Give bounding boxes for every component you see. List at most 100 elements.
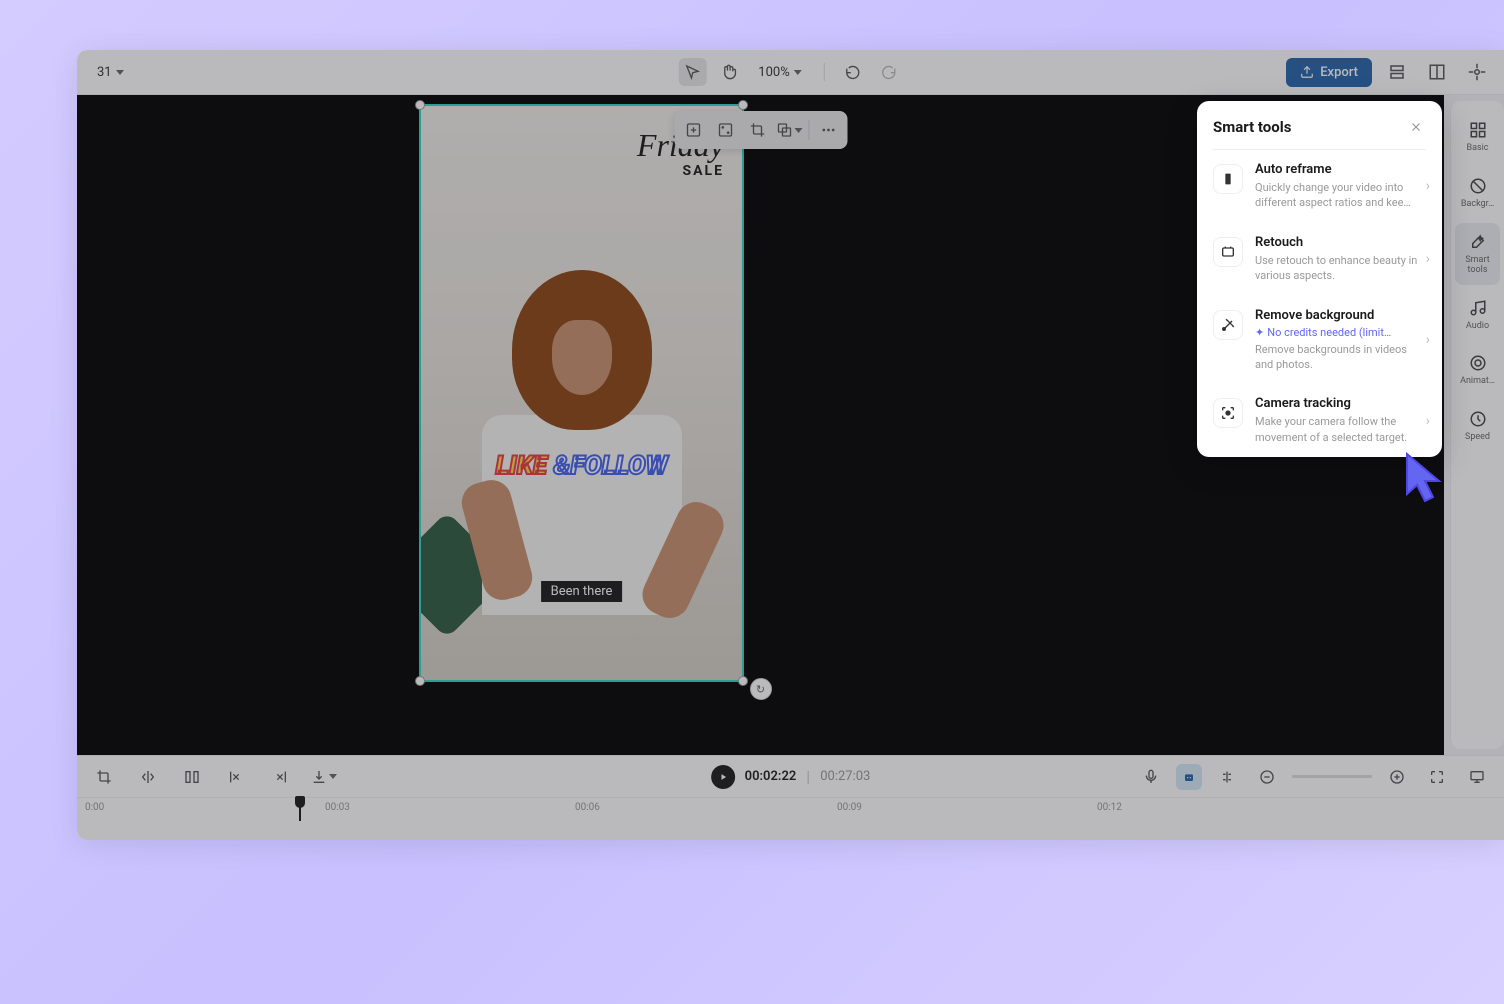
- trim-right-button[interactable]: [265, 762, 295, 792]
- resize-handle-br[interactable]: [738, 676, 748, 686]
- zoom-value: 100%: [758, 65, 789, 80]
- tool-title: Remove background: [1255, 308, 1426, 323]
- tool-remove-background[interactable]: Remove background ✦ No credits needed (l…: [1197, 296, 1442, 385]
- time-total: 00:27:03: [820, 769, 870, 784]
- tool-camera-tracking[interactable]: Camera tracking Make your camera follow …: [1197, 384, 1442, 457]
- chevron-down-icon: [794, 70, 802, 75]
- resize-handle-tr[interactable]: [738, 100, 748, 110]
- layout-stack-button[interactable]: [1382, 57, 1412, 87]
- zoom-slider[interactable]: [1292, 775, 1372, 778]
- chevron-down-icon: [329, 774, 337, 779]
- more-button[interactable]: [813, 115, 843, 145]
- chevron-right-icon: ›: [1426, 178, 1430, 194]
- undo-button[interactable]: [839, 58, 867, 86]
- tool-title: Retouch: [1255, 235, 1426, 250]
- crop-button[interactable]: [742, 115, 772, 145]
- divider: [808, 120, 809, 140]
- video-selection-frame[interactable]: BLACK Friday SALE LIKE &FOLLOW: [419, 104, 744, 682]
- rail-speed[interactable]: Speed: [1455, 400, 1500, 452]
- smart-tools-panel: Smart tools Auto reframe Quickly change …: [1197, 101, 1442, 457]
- tracking-icon: [1213, 398, 1243, 428]
- align-button[interactable]: [1212, 762, 1242, 792]
- rail-audio-label: Audio: [1466, 322, 1489, 332]
- rail-smart-tools[interactable]: Smart tools: [1455, 223, 1500, 285]
- tool-desc: Remove backgrounds in videos and photos.: [1255, 342, 1426, 373]
- time-divider: |: [806, 767, 810, 786]
- chevron-down-icon: [116, 70, 124, 75]
- tool-title: Camera tracking: [1255, 396, 1426, 411]
- download-button[interactable]: [309, 762, 339, 792]
- tool-badge: ✦ No credits needed (limit…: [1255, 326, 1426, 339]
- resize-handle-bl[interactable]: [415, 676, 425, 686]
- ruler-tick: 00:12: [1097, 802, 1122, 813]
- divider: [824, 63, 825, 81]
- crop-tool-button[interactable]: [89, 762, 119, 792]
- top-toolbar: 31 100% Export: [77, 50, 1504, 95]
- tool-auto-reframe[interactable]: Auto reframe Quickly change your video i…: [1197, 150, 1442, 223]
- split-button[interactable]: [177, 762, 207, 792]
- redo-button[interactable]: [875, 58, 903, 86]
- present-button[interactable]: [1462, 762, 1492, 792]
- settings-button[interactable]: [1462, 57, 1492, 87]
- timeline-tracks[interactable]: [77, 821, 1504, 840]
- rail-speed-label: Speed: [1465, 433, 1490, 443]
- speed-icon: [1468, 409, 1488, 429]
- animation-icon: [1468, 353, 1488, 373]
- export-label: Export: [1320, 65, 1358, 80]
- mic-button[interactable]: [1136, 762, 1166, 792]
- chevron-right-icon: ›: [1426, 332, 1430, 348]
- rail-smart-label: Smart tools: [1459, 256, 1496, 276]
- zoom-dropdown[interactable]: 100%: [750, 65, 809, 80]
- rail-basic[interactable]: Basic: [1455, 111, 1500, 163]
- rotate-handle[interactable]: ↻: [750, 678, 772, 700]
- rail-animation[interactable]: Animat…: [1455, 344, 1500, 396]
- fit-button[interactable]: [1422, 762, 1452, 792]
- mirror-button[interactable]: [133, 762, 163, 792]
- remove-bg-icon: [1213, 310, 1243, 340]
- track-number-dropdown[interactable]: 31: [89, 61, 132, 84]
- tool-desc: Quickly change your video into different…: [1255, 180, 1426, 211]
- timeline-controls: 00:02:22 | 00:27:03: [77, 755, 1504, 797]
- chevron-right-icon: ›: [1426, 413, 1430, 429]
- ruler-tick: 00:06: [575, 802, 600, 813]
- dice-button[interactable]: [710, 115, 740, 145]
- rail-audio[interactable]: Audio: [1455, 289, 1500, 341]
- zoom-out-button[interactable]: [1252, 762, 1282, 792]
- play-button[interactable]: [711, 765, 735, 789]
- add-media-button[interactable]: [678, 115, 708, 145]
- close-button[interactable]: [1406, 117, 1426, 137]
- rail-background-label: Backgr…: [1461, 200, 1494, 210]
- ai-button[interactable]: [1176, 764, 1202, 790]
- music-icon: [1468, 298, 1488, 318]
- overlay-text-sale: SALE: [637, 163, 724, 179]
- rail-basic-label: Basic: [1466, 144, 1488, 154]
- hand-tool-button[interactable]: [714, 58, 742, 86]
- trim-left-button[interactable]: [221, 762, 251, 792]
- replace-button[interactable]: [774, 115, 804, 145]
- zoom-in-button[interactable]: [1382, 762, 1412, 792]
- properties-rail: Basic Backgr… Smart tools Audio Animat… …: [1450, 101, 1504, 749]
- ruler-tick: 00:03: [325, 802, 350, 813]
- retouch-icon: [1213, 237, 1243, 267]
- ruler-tick: 0:00: [85, 802, 104, 813]
- grid-icon: [1468, 120, 1488, 140]
- chevron-right-icon: ›: [1426, 251, 1430, 267]
- pointer-tool-button[interactable]: [678, 58, 706, 86]
- time-current: 00:02:22: [745, 769, 797, 784]
- rail-background[interactable]: Backgr…: [1455, 167, 1500, 219]
- canvas-area: BLACK Friday SALE LIKE &FOLLOW: [77, 95, 1504, 755]
- resize-handle-tl[interactable]: [415, 100, 425, 110]
- tool-retouch[interactable]: Retouch Use retouch to enhance beauty in…: [1197, 223, 1442, 296]
- export-button[interactable]: Export: [1286, 58, 1372, 87]
- layout-split-button[interactable]: [1422, 57, 1452, 87]
- timeline-ruler[interactable]: 0:00 00:03 00:06 00:09 00:12: [77, 797, 1504, 821]
- ruler-tick: 00:09: [837, 802, 862, 813]
- tool-desc: Use retouch to enhance beauty in various…: [1255, 253, 1426, 284]
- track-number-value: 31: [97, 65, 112, 80]
- reframe-icon: [1213, 164, 1243, 194]
- export-icon: [1300, 65, 1314, 79]
- magic-wand-icon: [1468, 232, 1488, 252]
- tool-desc: Make your camera follow the movement of …: [1255, 414, 1426, 445]
- background-icon: [1468, 176, 1488, 196]
- tool-title: Auto reframe: [1255, 162, 1426, 177]
